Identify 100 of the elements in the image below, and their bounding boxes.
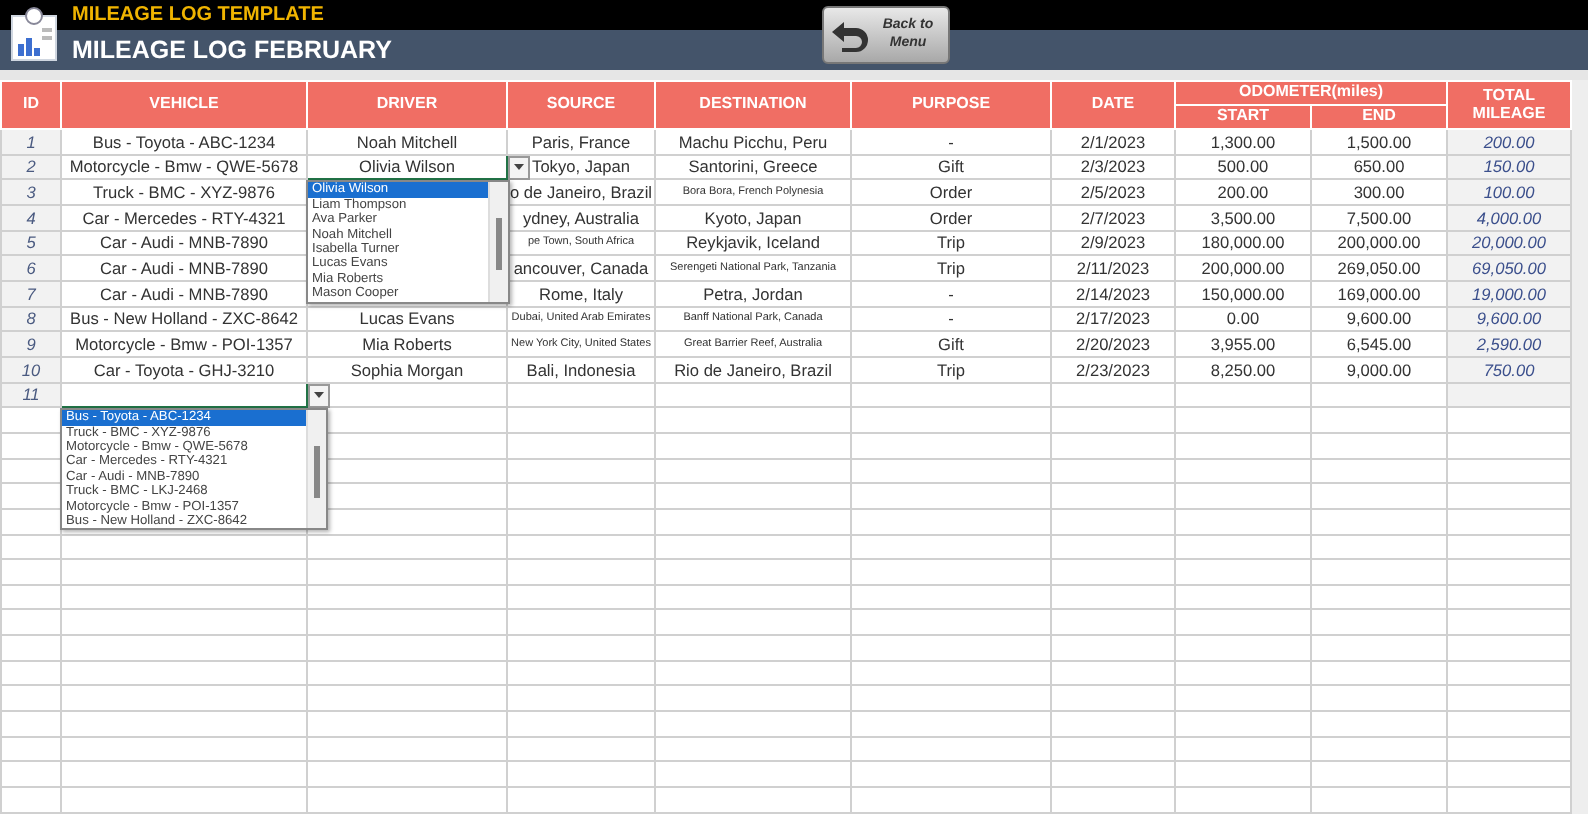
- table-cell: Trip: [937, 232, 965, 253]
- table-cell: 300.00: [1353, 182, 1405, 203]
- table-cell: 3,955.00: [1210, 334, 1276, 355]
- back-arrow-icon: [830, 17, 870, 53]
- row-number: 5: [26, 232, 36, 253]
- table-cell: 2/3/2023: [1080, 156, 1146, 177]
- table-cell: 2/1/2023: [1080, 131, 1146, 152]
- table-cell: 19,000.00: [1472, 283, 1546, 304]
- scrollbar[interactable]: [306, 410, 326, 529]
- table-cell: 2/7/2023: [1080, 207, 1146, 228]
- caret-icon: [314, 392, 324, 399]
- table-cell: -: [948, 283, 954, 304]
- table-cell: 100.00: [1483, 182, 1535, 203]
- row-number: 1: [26, 131, 36, 152]
- table-cell: 2,590.00: [1476, 334, 1542, 355]
- row-number: 8: [26, 308, 36, 329]
- table-cell: Bus - Toyota - ABC-1234: [92, 131, 276, 152]
- table-cell: Paris, France: [531, 131, 631, 152]
- column-header: PURPOSE: [851, 81, 1051, 129]
- table-cell: 2/14/2023: [1076, 283, 1150, 304]
- table-cell: Rome, Italy: [539, 283, 623, 304]
- column-header: VEHICLE: [61, 81, 307, 129]
- column-header: START: [1175, 105, 1311, 129]
- table-cell: ydney, Australia: [523, 207, 639, 228]
- row-number: 4: [26, 207, 36, 228]
- table-cell: 0.00: [1226, 308, 1260, 329]
- row-number: 6: [26, 258, 36, 279]
- table-cell: 180,000.00: [1201, 232, 1285, 253]
- row-number: 2: [26, 156, 36, 177]
- table-cell: Order: [929, 182, 973, 203]
- table-cell: 2/9/2023: [1080, 232, 1146, 253]
- table-cell: 269,050.00: [1337, 258, 1421, 279]
- table-cell: Car - Audi - MNB-7890: [100, 283, 268, 304]
- table-cell: 750.00: [1483, 359, 1535, 380]
- table-cell: o de Janeiro, Brazil: [509, 182, 653, 203]
- table-cell: 200,000.00: [1201, 258, 1285, 279]
- table-cell: 650.00: [1353, 156, 1405, 177]
- column-header: ID: [1, 81, 61, 129]
- table-cell: 6,545.00: [1346, 334, 1412, 355]
- table-cell: Machu Picchu, Peru: [678, 131, 828, 152]
- app-title: MILEAGE LOG TEMPLATE: [72, 4, 324, 26]
- table-cell: 7,500.00: [1346, 207, 1412, 228]
- column-header: TOTAL MILEAGE: [1447, 81, 1572, 129]
- table-cell: 200,000.00: [1337, 232, 1421, 253]
- table-cell: 169,000.00: [1337, 283, 1421, 304]
- column-header: DRIVER: [307, 81, 507, 129]
- table-cell: Trip: [937, 258, 965, 279]
- table-cell: 4,000.00: [1476, 207, 1542, 228]
- row-number: 7: [26, 283, 36, 304]
- table-cell: 2/11/2023: [1076, 258, 1150, 279]
- column-header: DESTINATION: [655, 81, 851, 129]
- caret-icon: [514, 164, 524, 171]
- table-cell: ancouver, Canada: [513, 258, 649, 279]
- table-cell: 500.00: [1217, 156, 1269, 177]
- table-cell: Rio de Janeiro, Brazil: [674, 359, 832, 380]
- table-cell: 8,250.00: [1210, 359, 1276, 380]
- table-cell: 3,500.00: [1210, 207, 1276, 228]
- column-header: SOURCE: [507, 81, 655, 129]
- dropdown-button[interactable]: [508, 155, 530, 180]
- table-cell: 1,500.00: [1346, 131, 1412, 152]
- table-cell: 20,000.00: [1472, 232, 1546, 253]
- table-cell: Bus - New Holland - ZXC-8642: [70, 308, 298, 329]
- column-header: END: [1311, 105, 1448, 129]
- scrollbar[interactable]: [488, 182, 508, 302]
- column-header: DATE: [1051, 81, 1175, 129]
- table-cell: Car - Audi - MNB-7890: [100, 232, 268, 253]
- table-cell: Petra, Jordan: [703, 283, 803, 304]
- table-cell: Kyoto, Japan: [704, 207, 802, 228]
- table-cell: -: [948, 131, 954, 152]
- table-cell: 150,000.00: [1201, 283, 1285, 304]
- table-cell: Car - Toyota - GHJ-3210: [93, 359, 275, 380]
- table-cell: Mia Roberts: [362, 334, 452, 355]
- table-cell: Gift: [938, 334, 964, 355]
- table-cell: Truck - BMC - XYZ-9876: [93, 182, 275, 203]
- table-cell: Bali, Indonesia: [526, 359, 636, 380]
- table-cell: 200.00: [1217, 182, 1269, 203]
- table-cell: Lucas Evans: [359, 308, 455, 329]
- table-cell: Gift: [938, 156, 964, 177]
- table-cell: Motorcycle - Bmw - POI-1357: [75, 334, 293, 355]
- table-cell: 150.00: [1483, 156, 1535, 177]
- table-cell: Motorcycle - Bmw - QWE-5678: [69, 156, 299, 177]
- table-cell: 2/20/2023: [1076, 334, 1150, 355]
- table-cell: 69,050.00: [1472, 258, 1546, 279]
- table-cell: Santorini, Greece: [688, 156, 818, 177]
- table-cell: 2/17/2023: [1076, 308, 1150, 329]
- row-number: 9: [26, 334, 36, 355]
- table-cell: Reykjavik, Iceland: [686, 232, 820, 253]
- row-number: 11: [22, 384, 40, 405]
- clipboard-chart-icon: [8, 4, 60, 64]
- table-cell: Car - Audi - MNB-7890: [100, 258, 268, 279]
- table-cell: Car - Mercedes - RTY-4321: [82, 207, 286, 228]
- column-group-header: ODOMETER(miles): [1175, 81, 1448, 105]
- table-cell: Trip: [937, 359, 965, 380]
- table-cell: Noah Mitchell: [356, 131, 458, 152]
- table-cell: 1,300.00: [1210, 131, 1276, 152]
- table-cell: 2/23/2023: [1076, 359, 1150, 380]
- table-cell: 200.00: [1483, 131, 1535, 152]
- table-cell: Sophia Morgan: [350, 359, 464, 380]
- dropdown-button[interactable]: [308, 383, 330, 408]
- table-cell: Order: [929, 207, 973, 228]
